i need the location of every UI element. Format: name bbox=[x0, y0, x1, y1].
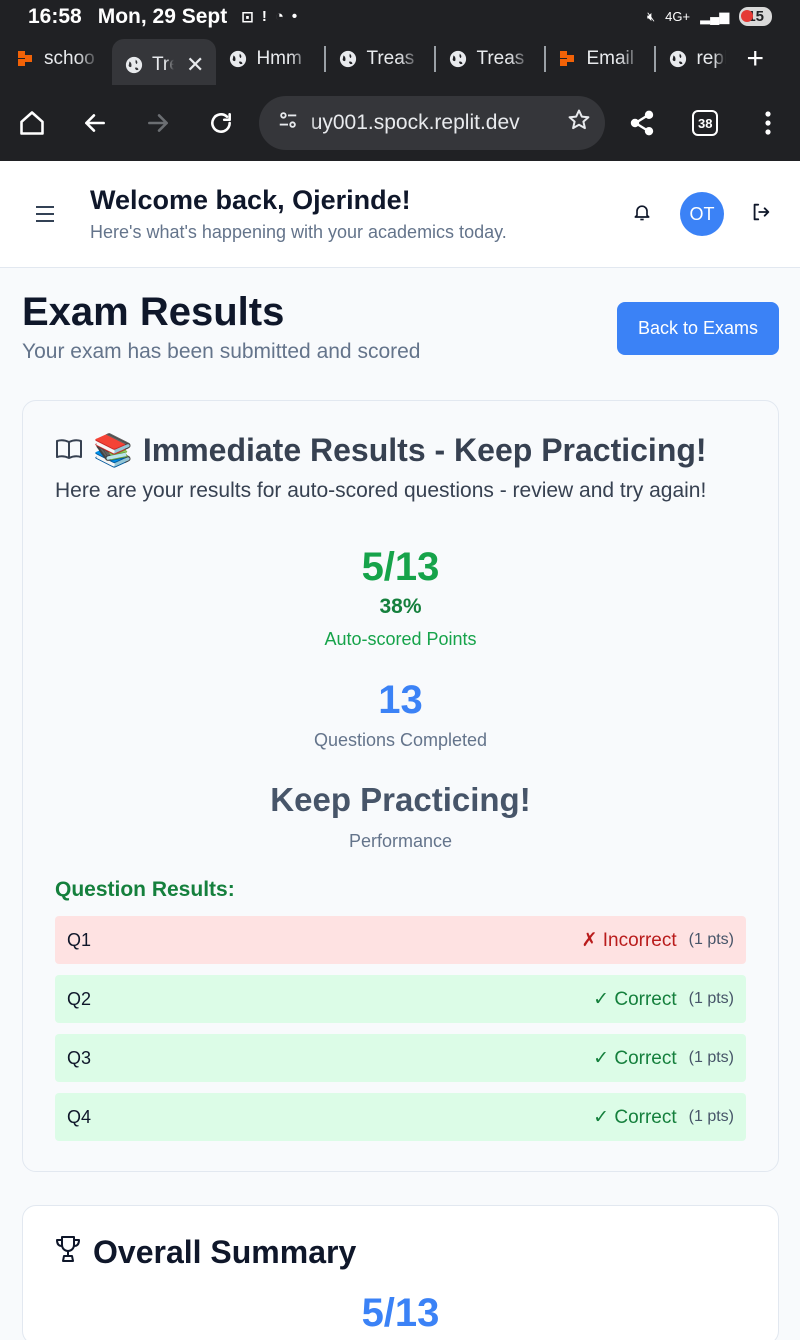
question-number: Q3 bbox=[67, 1047, 92, 1068]
score-label: Auto-scored Points bbox=[324, 629, 477, 649]
app-header: Welcome back, Ojerinde! Here's what's ha… bbox=[0, 161, 800, 268]
tab-label: schoo bbox=[44, 48, 95, 69]
signal-icon: ▂▄▆ bbox=[700, 8, 730, 24]
user-avatar[interactable]: OT bbox=[680, 192, 724, 236]
question-status: ✓ Correct bbox=[593, 1106, 677, 1128]
back-to-exams-button[interactable]: Back to Exams bbox=[616, 302, 779, 355]
performance-label: Performance bbox=[348, 831, 453, 851]
performance-value: Keep Practicing! bbox=[270, 781, 531, 818]
tab-label: Hmm bbox=[256, 48, 302, 69]
globe-icon bbox=[338, 49, 358, 69]
completed-label: Questions Completed bbox=[313, 730, 488, 750]
score-value: 5/13 bbox=[361, 545, 440, 589]
globe-icon bbox=[668, 49, 688, 69]
home-icon[interactable] bbox=[0, 91, 63, 155]
results-description: Here are your results for auto-scored qu… bbox=[55, 479, 707, 502]
welcome-subtitle: Here's what's happening with your academ… bbox=[90, 222, 507, 242]
url-text: uy001.spock.replit.dev bbox=[310, 111, 520, 134]
alert-icon: ! bbox=[261, 8, 267, 25]
tab-label: Treas bbox=[476, 48, 525, 69]
summary-title-text: Overall Summary bbox=[93, 1234, 357, 1270]
page-title: Exam Results bbox=[22, 290, 285, 334]
close-tab-icon[interactable]: ✕ bbox=[186, 52, 204, 78]
question-number: Q2 bbox=[67, 988, 92, 1009]
app-notification-icon: ◔ bbox=[274, 8, 284, 25]
hamburger-menu-icon[interactable] bbox=[36, 206, 60, 222]
question-row: Q4 ✓ Correct (1 pts) bbox=[55, 1093, 746, 1141]
results-title-text: Immediate Results - Keep Practicing! bbox=[142, 431, 707, 468]
tab-strip: schoo Tre ✕ Hmm Treas Treas Email bbox=[0, 33, 800, 85]
logout-icon[interactable] bbox=[750, 201, 772, 228]
new-tab-icon[interactable]: + bbox=[746, 44, 764, 74]
back-arrow-icon[interactable] bbox=[63, 91, 126, 155]
welcome-title: Welcome back, Ojerinde! bbox=[90, 185, 411, 215]
browser-tab[interactable]: Email bbox=[546, 39, 654, 79]
question-points: (1 pts) bbox=[688, 931, 734, 948]
forward-arrow-icon[interactable] bbox=[126, 91, 189, 155]
question-number: Q4 bbox=[67, 1106, 92, 1127]
trophy-icon bbox=[55, 1234, 81, 1271]
question-results-list[interactable]: Q1 ✗ Incorrect (1 pts) Q2 ✓ Correct (1 p… bbox=[55, 916, 746, 1143]
welcome-block: Welcome back, Ojerinde! Here's what's ha… bbox=[90, 185, 632, 243]
browser-toolbar: uy001.spock.replit.dev 38 bbox=[0, 85, 800, 161]
battery-indicator: 15 bbox=[739, 7, 772, 26]
summary-score-value: 5/13 bbox=[361, 1291, 440, 1335]
screenshot-icon: ⊡ bbox=[241, 8, 254, 26]
tab-label: Tre bbox=[152, 54, 174, 75]
tab-label: repl bbox=[696, 48, 727, 69]
globe-icon bbox=[124, 55, 144, 75]
completed-value: 13 bbox=[378, 678, 423, 722]
notification-bell-icon[interactable] bbox=[632, 202, 652, 227]
question-status: ✗ Incorrect bbox=[581, 929, 677, 951]
reload-icon[interactable] bbox=[190, 91, 253, 155]
share-icon[interactable] bbox=[611, 91, 674, 155]
question-row: Q2 ✓ Correct (1 pts) bbox=[55, 975, 746, 1023]
question-status: ✓ Correct bbox=[593, 1047, 677, 1069]
more-dot-icon: • bbox=[291, 8, 298, 25]
browser-tab-active[interactable]: Tre ✕ bbox=[112, 39, 217, 85]
question-row: Q3 ✓ Correct (1 pts) bbox=[55, 1034, 746, 1082]
books-emoji-icon: 📚 bbox=[93, 432, 133, 468]
score-percent: 38% bbox=[379, 595, 422, 618]
question-number: Q1 bbox=[67, 929, 92, 950]
tab-label: Email bbox=[586, 48, 634, 69]
browser-tab[interactable]: Treas bbox=[326, 39, 434, 79]
question-results-heading: Question Results: bbox=[55, 878, 235, 901]
results-card-title: 📚 Immediate Results - Keep Practicing! bbox=[55, 431, 746, 469]
browser-tab[interactable]: Hmm bbox=[216, 39, 324, 79]
tab-switcher-button[interactable]: 38 bbox=[674, 91, 737, 155]
question-points: (1 pts) bbox=[688, 1108, 734, 1125]
tab-label: Treas bbox=[366, 48, 415, 69]
notification-icons: ⊡ ! ◔ • bbox=[241, 8, 297, 26]
question-row: Q1 ✗ Incorrect (1 pts) bbox=[55, 916, 746, 964]
question-points: (1 pts) bbox=[688, 1049, 734, 1066]
network-type: 4G+ bbox=[665, 9, 691, 24]
status-date: Mon, 29 Sept bbox=[97, 4, 228, 28]
immediate-results-card: 📚 Immediate Results - Keep Practicing! H… bbox=[22, 400, 779, 1172]
mute-icon: 🔇︎ bbox=[646, 8, 656, 24]
tab-count: 38 bbox=[692, 110, 719, 136]
question-points: (1 pts) bbox=[688, 990, 734, 1007]
globe-icon bbox=[448, 49, 468, 69]
address-bar[interactable]: uy001.spock.replit.dev bbox=[258, 96, 605, 150]
replit-icon bbox=[558, 49, 578, 69]
bookmark-star-icon[interactable] bbox=[567, 108, 591, 138]
browser-tab[interactable]: schoo bbox=[4, 39, 112, 79]
summary-card-title: Overall Summary bbox=[55, 1234, 746, 1271]
status-time: 16:58 bbox=[28, 4, 82, 28]
browser-tab[interactable]: Treas bbox=[436, 39, 544, 79]
page-header: Exam Results Your exam has been submitte… bbox=[22, 290, 779, 364]
page-subtitle: Your exam has been submitted and scored bbox=[22, 340, 421, 363]
main-content: Exam Results Your exam has been submitte… bbox=[22, 268, 779, 1340]
question-status: ✓ Correct bbox=[593, 988, 677, 1010]
site-settings-icon[interactable] bbox=[277, 109, 299, 137]
more-menu-icon[interactable] bbox=[737, 91, 800, 155]
status-bar: 16:58 Mon, 29 Sept ⊡ ! ◔ • 🔇︎ 4G+ ▂▄▆ 15 bbox=[0, 0, 800, 33]
browser-tab[interactable]: repl bbox=[656, 39, 738, 79]
overall-summary-card: Overall Summary 5/13 bbox=[22, 1205, 779, 1340]
open-book-icon bbox=[55, 432, 83, 469]
globe-icon bbox=[228, 49, 248, 69]
replit-icon bbox=[16, 49, 36, 69]
